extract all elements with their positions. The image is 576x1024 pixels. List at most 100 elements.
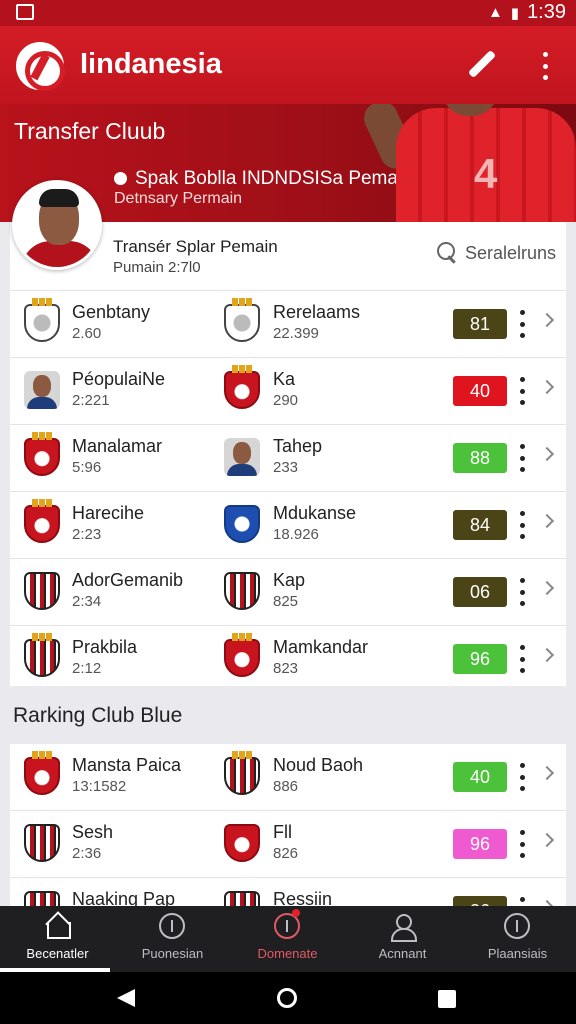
club-crest-icon [24,572,60,610]
home-icon [44,913,71,939]
right-player-name: Noud Baoh [273,755,364,775]
info-subtitle: Pumain 2:7l0 [113,259,201,276]
left-player-name: Prakbila [72,637,138,657]
right-player-value: 825 [273,593,299,610]
club-crest-icon [224,824,260,862]
tab-info[interactable]: Puonesian [115,906,230,972]
app-logo[interactable] [16,42,65,91]
chevron-right-icon[interactable] [539,647,555,663]
club-crest-icon [24,824,60,862]
right-player-value: 22.399 [273,325,319,342]
row-menu-icon[interactable] [517,763,527,791]
chevron-right-icon[interactable] [539,379,555,395]
right-player-value: 233 [273,459,299,476]
row-menu-icon[interactable] [517,645,527,673]
left-player-value: 13:1582 [72,778,127,795]
back-icon[interactable] [117,989,135,1007]
recents-icon[interactable] [438,990,456,1008]
more-icon[interactable] [540,52,550,80]
club-crest-icon [224,365,260,409]
chevron-right-icon[interactable] [539,580,555,596]
transfer-row[interactable]: Manalamar 5:96 Tahep 233 88 [10,424,566,491]
bottom-nav: Becenatler Puonesian Domenate Acnnant Pl… [0,906,576,972]
right-player-name: Ressiin [273,889,333,906]
row-menu-icon[interactable] [517,578,527,606]
tab-label: Acnnant [378,946,427,961]
bullet-icon [114,172,127,185]
transfer-row[interactable]: Genbtany 2.60 Rerelaams 22.399 81 [10,290,566,357]
transfer-list: Genbtany 2.60 Rerelaams 22.399 81 PéopulaiNe 2… [10,290,566,692]
left-player-value: 5:96 [72,459,102,476]
transfer-card: Transér Splar Pemain Pumain 2:7l0 Serale… [10,222,566,686]
system-nav [0,972,576,1024]
score-badge: 40 [453,376,507,406]
chevron-right-icon[interactable] [539,513,555,529]
transfer-row[interactable]: PéopulaiNe 2:221 Ka 290 40 [10,357,566,424]
search-icon [436,242,457,264]
score-badge: 81 [453,309,507,339]
row-menu-icon[interactable] [517,830,527,858]
search-label: Seralelruns [464,242,556,263]
transfer-row[interactable]: Sesh 2:36 Fll 826 96 [10,810,566,877]
right-player-name: Ka [273,369,296,389]
transfer-row[interactable]: Mansta Paica 13:1582 Noud Baoh 886 40 [10,744,566,810]
right-player-name: Fll [273,822,292,842]
tab-download[interactable]: Plaansiais [460,906,575,972]
score-badge: 96 [453,829,507,859]
player-avatar[interactable] [12,180,102,270]
chevron-right-icon[interactable] [539,312,555,328]
left-player-value: 2.60 [72,325,102,342]
right-player-name: Rerelaams [273,302,361,322]
ranking-list: Mansta Paica 13:1582 Noud Baoh 886 40 Sesh 2:3… [10,744,566,906]
clock: 1:39 [527,1,566,23]
right-player-name: Mamkandar [273,637,369,657]
tab-account[interactable]: Acnnant [345,906,460,972]
banner-title: Transfer Cluub [14,118,166,144]
player-photo [24,371,60,409]
left-player-name: Manalamar [72,436,163,456]
info-title: Transér Splar Pemain [113,237,278,256]
ranking-card: Mansta Paica 13:1582 Noud Baoh 886 40 Sesh 2:3… [10,744,566,906]
chevron-right-icon[interactable] [539,832,555,848]
ranking-title: Rarking Club Blue [13,704,183,727]
shirt-number: 4 [474,150,498,197]
status-icons: ▲ ▮ 1:39 [488,1,566,24]
info-icon [159,913,185,939]
tab-donate[interactable]: Domenate [230,906,345,972]
tab-label: Domenate [257,946,318,961]
left-player-value: 2:221 [72,392,110,409]
club-crest-icon [24,891,60,906]
home-button-icon[interactable] [277,988,297,1008]
app-bar: Iindanesia [0,26,576,104]
transfer-row[interactable]: Naaking Pap Ressiin 36 [10,877,566,906]
account-icon [389,913,417,942]
download-icon [504,913,530,939]
club-crest-icon [224,505,260,543]
search-button[interactable]: Seralelruns [436,242,556,264]
row-menu-icon[interactable] [517,511,527,539]
left-player-name: Sesh [72,822,114,842]
transfer-row[interactable]: Harecihe 2:23 Mdukanse 18.926 84 [10,491,566,558]
left-player-name: Naaking Pap [72,889,176,906]
right-player-value: 823 [273,660,299,677]
row-menu-icon[interactable] [517,310,527,338]
edit-icon[interactable] [466,50,496,80]
row-menu-icon[interactable] [517,897,527,906]
row-menu-icon[interactable] [517,444,527,472]
chevron-right-icon[interactable] [539,765,555,781]
chevron-right-icon[interactable] [539,446,555,462]
score-badge: 40 [453,762,507,792]
club-crest-icon [224,751,260,795]
club-crest-icon [24,633,60,677]
status-bar: ▲ ▮ 1:39 [0,0,576,26]
transfer-row[interactable]: Prakbila 2:12 Mamkandar 823 96 [10,625,566,692]
tab-home[interactable]: Becenatler [0,906,115,972]
transfer-row[interactable]: AdorGemanib 2:34 Kap 825 06 [10,558,566,625]
left-player-value: 2:12 [72,660,102,677]
right-player-value: 826 [273,845,299,862]
club-crest-icon [224,298,260,342]
score-badge: 88 [453,443,507,473]
club-crest-icon [24,298,60,342]
row-menu-icon[interactable] [517,377,527,405]
battery-icon: ▮ [510,4,520,22]
